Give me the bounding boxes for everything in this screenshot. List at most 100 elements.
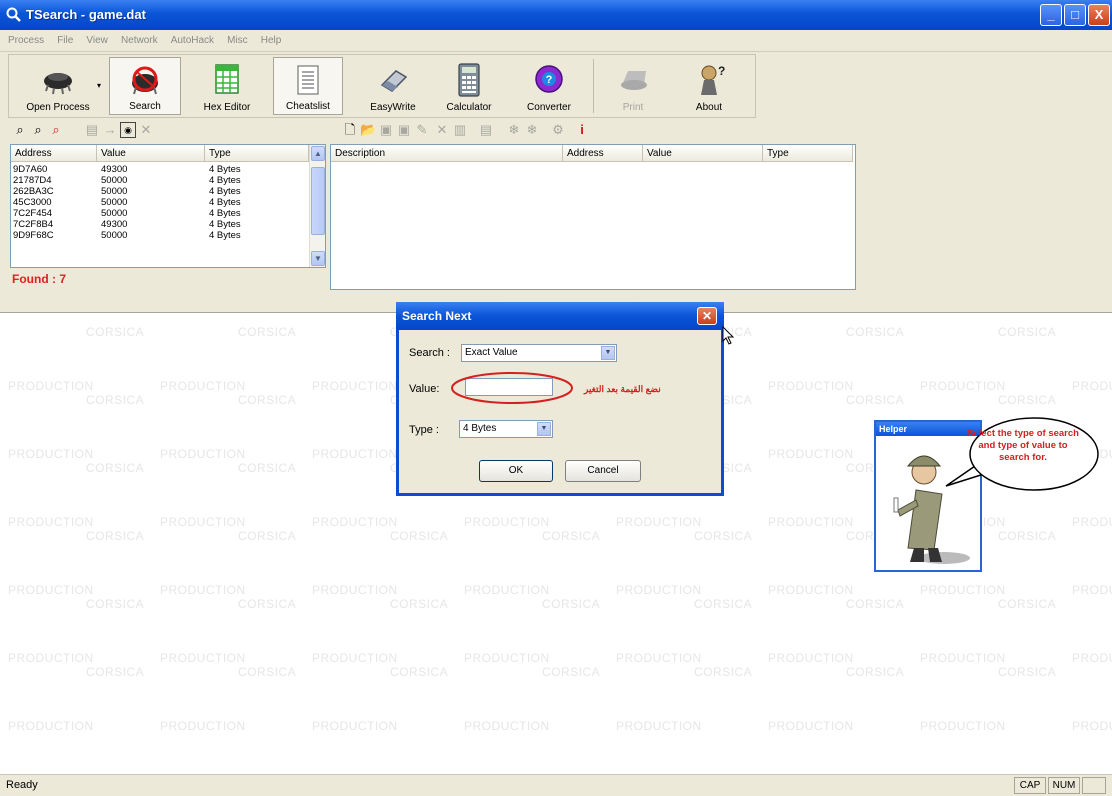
hex-editor-button[interactable]: Hex Editor [195,57,259,115]
svg-text:?: ? [546,74,553,86]
converter-button[interactable]: ? Converter [515,57,583,115]
results-scrollbar[interactable]: ▲ ▼ [309,145,325,267]
new-icon[interactable]: 🗋 [342,122,358,138]
found-count: Found : 7 [12,272,66,286]
value-label: Value: [409,383,440,395]
search-icon[interactable]: ⌕ [12,122,28,138]
column-type[interactable]: Type [205,145,309,162]
search-results-pane: ⌕ ⌕ ⌕ ▤ → ◉ ✕ Address Value Type 9D7A60 4… [8,118,326,290]
unfreeze-icon[interactable]: ❄ [524,122,540,138]
menu-view[interactable]: View [86,30,108,52]
watermark-text: PRODUCTION [768,379,854,393]
search-type-label: Search : [409,347,450,359]
watermark-text: CORSICA [846,393,905,407]
edit-icon[interactable]: ✎ [414,122,430,138]
copy-icon[interactable]: ▤ [84,122,100,138]
ok-button[interactable]: OK [479,460,553,482]
properties-icon[interactable]: ▤ [478,122,494,138]
cell-value: 50000 [101,208,128,219]
chevron-down-icon[interactable]: ▼ [537,422,551,436]
menu-autohack[interactable]: AutoHack [171,30,214,52]
watermark-text: CORSICA [846,325,905,339]
cheat-list[interactable]: Description Address Value Type [330,144,856,290]
scroll-down-icon[interactable]: ▼ [311,251,325,266]
title-bar[interactable]: TSearch - game.dat _ □ X [0,0,1112,30]
watermark-text: CORSICA [390,597,449,611]
print-button[interactable]: Print [603,57,663,115]
calculator-icon [458,63,480,97]
menu-network[interactable]: Network [121,30,158,52]
column-address[interactable]: Address [11,145,97,162]
calculator-button[interactable]: Calculator [437,57,501,115]
freeze-icon[interactable]: ❄ [506,122,522,138]
column-cheat-type[interactable]: Type [763,145,853,162]
watermark-text: PRODUCTION [1072,379,1112,393]
table-row[interactable]: 21787D4 50000 4 Bytes [11,175,309,186]
table-row[interactable]: 45C3000 50000 4 Bytes [11,197,309,208]
menu-misc[interactable]: Misc [227,30,248,52]
scroll-lock-indicator [1082,777,1106,794]
scroll-thumb[interactable] [311,167,325,235]
easywrite-button[interactable]: EasyWrite [361,57,425,115]
tool-icon[interactable]: ⚙ [550,122,566,138]
dropdown-arrow-icon[interactable]: ▾ [97,81,101,90]
watermark-text: CORSICA [86,325,145,339]
app-icon [6,7,21,22]
search-button[interactable]: Search [109,57,181,115]
save-icon[interactable]: ▣ [378,122,394,138]
list-icon [297,65,319,95]
table-row[interactable]: 7C2F8B4 49300 4 Bytes [11,219,309,230]
watermark-text: PRODUCTION [1072,583,1112,597]
watermark-text: PRODUCTION [1072,651,1112,665]
data-type-select[interactable]: 4 Bytes ▼ [459,420,553,438]
open-folder-icon[interactable]: 📂 [360,122,376,138]
print-label: Print [622,102,644,113]
watermark-text: CORSICA [86,529,145,543]
search-next-icon[interactable]: ⌕ [30,122,46,138]
watermark-text: CORSICA [238,393,297,407]
trash-icon[interactable]: ▥ [452,122,468,138]
add-arrow-icon[interactable]: → [102,122,118,138]
select-all-icon[interactable]: ◉ [120,122,136,138]
watermark-text: CORSICA [390,665,449,679]
watermark-text: PRODUCTION [160,447,246,461]
search-type-select[interactable]: Exact Value ▼ [461,344,617,362]
menu-process[interactable]: Process [8,30,44,52]
cancel-button[interactable]: Cancel [565,460,641,482]
cheatslist-button[interactable]: Cheatslist [273,57,343,115]
column-cheat-address[interactable]: Address [563,145,643,162]
table-row[interactable]: 9D7A60 49300 4 Bytes [11,164,309,175]
menu-help[interactable]: Help [261,30,282,52]
watermark-text: CORSICA [998,597,1057,611]
scroll-up-icon[interactable]: ▲ [311,146,325,161]
column-description[interactable]: Description [331,145,563,162]
watermark-text: CORSICA [238,597,297,611]
stop-search-icon[interactable]: ⌕ [48,122,64,138]
maximize-button[interactable]: □ [1064,4,1086,26]
chevron-down-icon[interactable]: ▼ [601,346,615,360]
close-button[interactable]: X [1088,4,1110,26]
watermark-text: CORSICA [86,393,145,407]
about-button[interactable]: ? About [677,57,741,115]
open-process-button[interactable]: ▾ Open Process [11,57,105,115]
watermark-text: CORSICA [238,325,297,339]
minimize-button[interactable]: _ [1040,4,1062,26]
column-cheat-value[interactable]: Value [643,145,763,162]
column-value[interactable]: Value [97,145,205,162]
table-row[interactable]: 262BA3C 50000 4 Bytes [11,186,309,197]
results-list[interactable]: Address Value Type 9D7A60 49300 4 Bytes 217… [10,144,326,268]
watermark-text: CORSICA [238,461,297,475]
save-as-icon[interactable]: ▣ [396,122,412,138]
dialog-title[interactable]: Search Next [396,302,724,330]
table-row[interactable]: 9D9F68C 50000 4 Bytes [11,230,309,241]
menu-file[interactable]: File [57,30,73,52]
remove-icon[interactable]: ✕ [434,122,450,138]
cell-value: 50000 [101,186,128,197]
table-row[interactable]: 7C2F454 50000 4 Bytes [11,208,309,219]
delete-icon[interactable]: ✕ [138,122,154,138]
info-icon[interactable]: i [574,122,590,138]
watermark-text: PRODUCTION [312,447,398,461]
watermark-text: CORSICA [86,597,145,611]
dialog-close-button[interactable]: ✕ [697,307,717,325]
menu-bar: Process File View Network AutoHack Misc … [0,30,1112,52]
